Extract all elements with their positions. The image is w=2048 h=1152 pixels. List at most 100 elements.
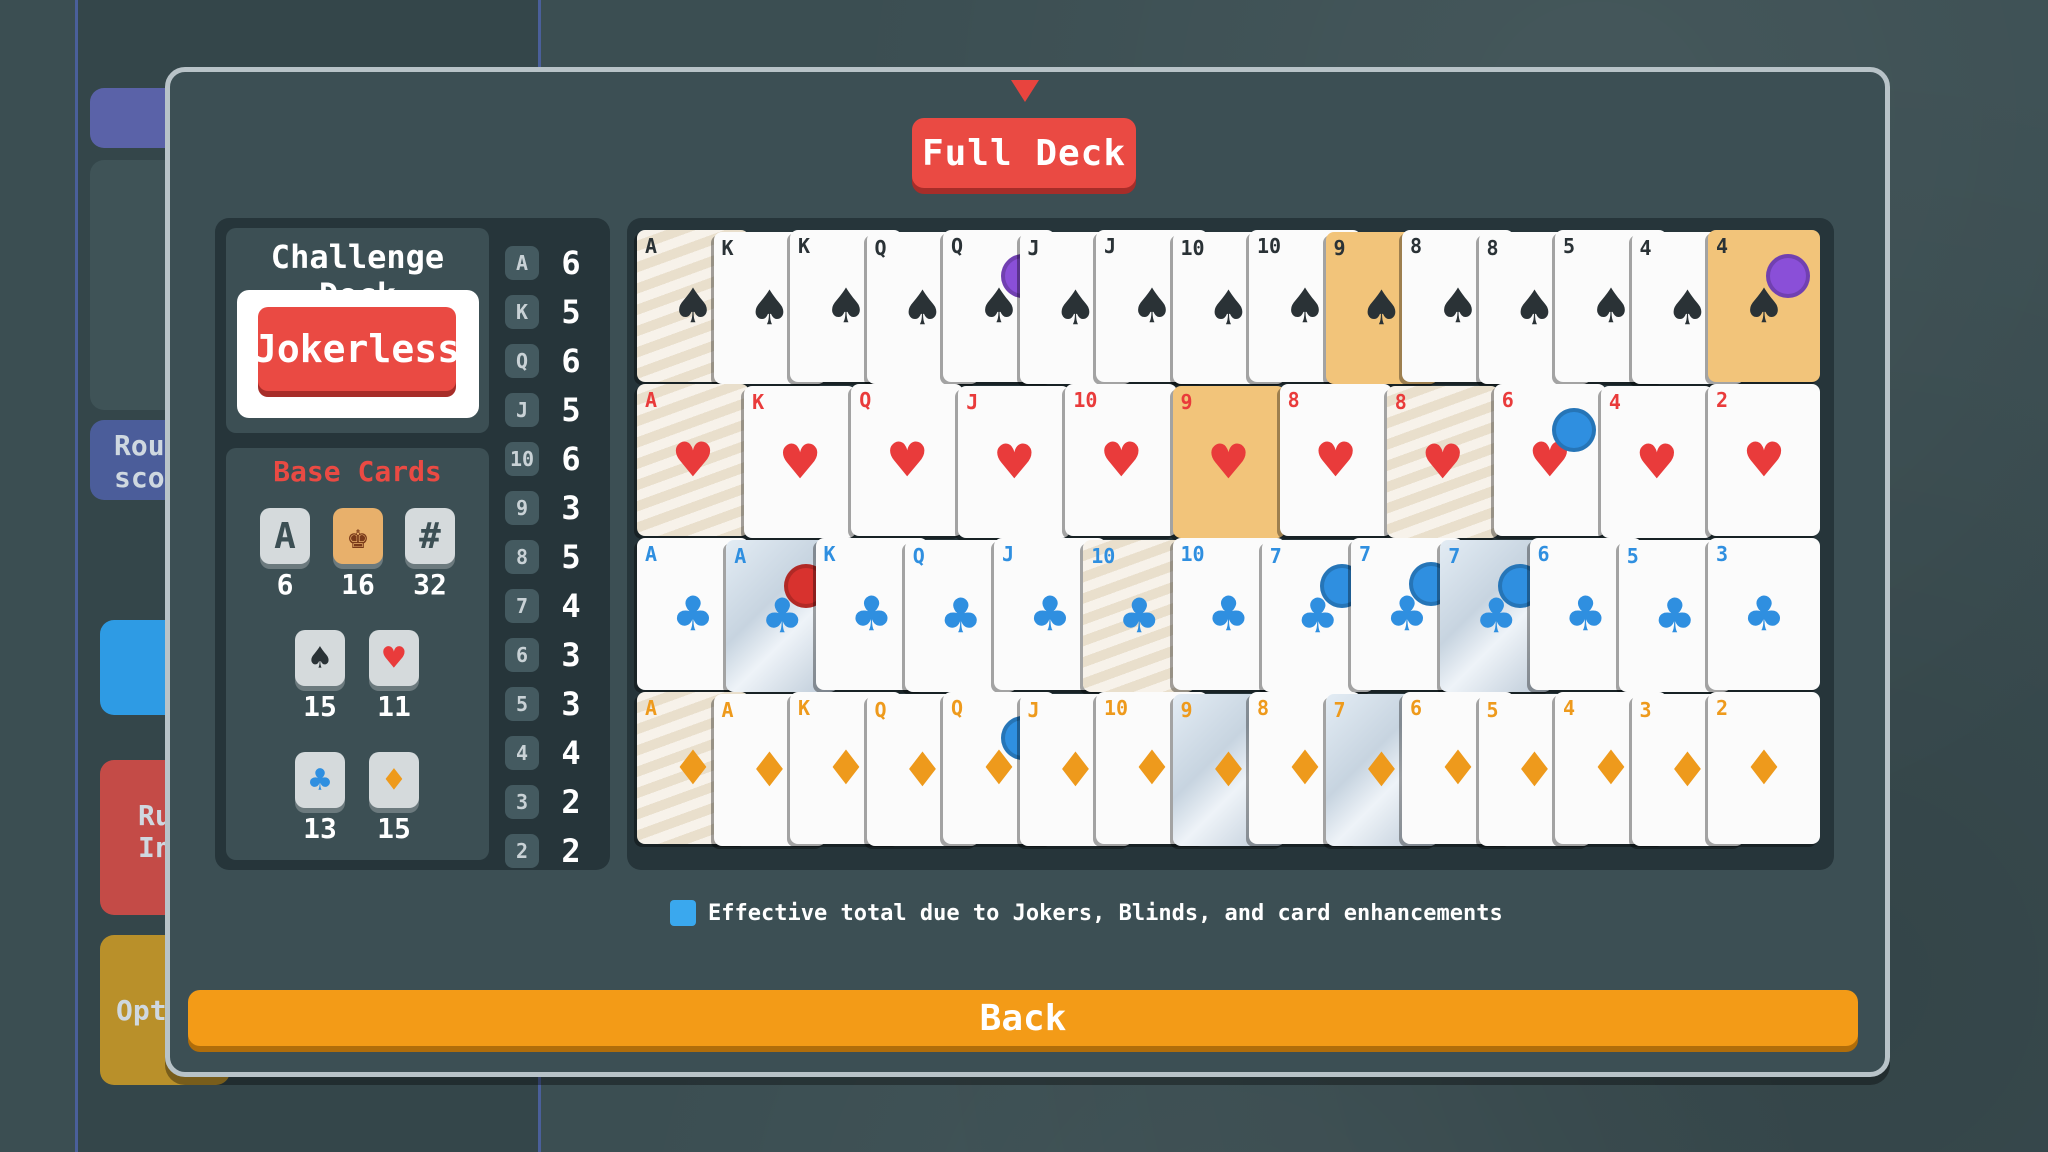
card-rank: A xyxy=(734,544,747,568)
card-rank: 10 xyxy=(1180,542,1205,566)
legend-text: Effective total due to Jokers, Blinds, a… xyxy=(708,900,1503,926)
card-rank: 7 xyxy=(1269,544,1282,568)
rank-badge: 4 xyxy=(505,736,539,770)
card-rank: 5 xyxy=(1626,544,1639,568)
number-cards-count: 32 xyxy=(413,568,447,601)
card-rank: 6 xyxy=(1501,388,1514,412)
playing-card[interactable]: 4 ♠ xyxy=(1708,230,1820,382)
rank-count: 4 xyxy=(561,734,581,772)
card-rank: Q xyxy=(951,696,964,720)
playing-card[interactable]: 10 ♥ xyxy=(1065,384,1178,536)
card-rank: J xyxy=(1027,236,1040,260)
card-rank: 8 xyxy=(1486,236,1499,260)
rank-count: 4 xyxy=(561,587,581,625)
card-rank: 10 xyxy=(1257,234,1282,258)
rank-count: 2 xyxy=(561,832,581,870)
playing-card[interactable]: 4 ♥ xyxy=(1600,386,1713,538)
rank-badge: 7 xyxy=(505,589,539,623)
card-rank: 8 xyxy=(1394,390,1407,414)
rank-count: 5 xyxy=(561,391,581,429)
card-rank: 7 xyxy=(1359,542,1372,566)
card-rank: K xyxy=(721,236,734,260)
card-rank: A xyxy=(721,698,734,722)
card-rank: 9 xyxy=(1180,390,1193,414)
legend-swatch xyxy=(670,900,696,926)
heart-icon: ♥ xyxy=(1639,428,1675,496)
card-rank: 2 xyxy=(1716,388,1729,412)
heart-icon: ♥ xyxy=(1211,428,1246,496)
card-rank: 8 xyxy=(1257,696,1270,720)
card-rank: Q xyxy=(874,698,887,722)
deck-name-badge: Jokerless xyxy=(254,307,460,391)
clubs-count: 13 xyxy=(303,812,337,845)
playing-card[interactable]: 8 ♥ xyxy=(1386,386,1499,538)
card-rank: 10 xyxy=(1180,236,1205,260)
playing-card[interactable]: J ♥ xyxy=(958,386,1071,538)
card-rank: A xyxy=(645,696,658,720)
club-icon: ♣ xyxy=(1746,580,1782,648)
heart-icon: ♥ xyxy=(996,428,1032,496)
heart-icon: ♥ xyxy=(675,426,711,494)
card-grid-panel: A ♠ K ♠ K ♠ Q ♠ Q ♠ J ♠ J ♠ 10 ♠ 10 ♠ 9 ♠ 8 ♠ 8 ♠ 5 ♠ 4 ♠ 4 ♠ A ♥ K ♥ Q ♥ J ♥… xyxy=(627,218,1834,870)
card-rank: 10 xyxy=(1104,696,1129,720)
card-rank: 8 xyxy=(1287,388,1300,412)
playing-card[interactable]: 6 ♥ xyxy=(1493,384,1606,536)
card-rank: Q xyxy=(912,544,925,568)
card-rank: 7 xyxy=(1333,698,1346,722)
rank-badge: 6 xyxy=(505,638,539,672)
playing-card[interactable]: 9 ♥ xyxy=(1172,386,1285,538)
rank-badge: J xyxy=(505,393,539,427)
playing-card[interactable]: A ♥ xyxy=(637,384,749,536)
rank-badge: 2 xyxy=(505,834,539,868)
card-rank: J xyxy=(1002,542,1015,566)
tab-selected-arrow-icon xyxy=(1011,80,1039,102)
card-rank: A xyxy=(645,388,658,412)
rank-count: 5 xyxy=(561,538,581,576)
club-icon: ♣ xyxy=(295,752,345,808)
diamond-icon: ♦ xyxy=(369,752,419,808)
playing-card[interactable]: 3 ♣ xyxy=(1708,538,1820,690)
rank-badge: 3 xyxy=(505,785,539,819)
card-rank: J xyxy=(1104,234,1117,258)
card-rank: Q xyxy=(874,236,887,260)
playing-card[interactable]: 8 ♥ xyxy=(1279,384,1392,536)
card-rank: 9 xyxy=(1333,236,1346,260)
playing-card[interactable]: 2 ♦ xyxy=(1708,692,1820,844)
playing-card[interactable]: K ♥ xyxy=(744,386,857,538)
spade-icon: ♠ xyxy=(295,630,345,686)
card-rank: K xyxy=(798,234,811,258)
card-rank: J xyxy=(966,390,979,414)
ace-icon: A xyxy=(260,508,310,564)
card-rank: 4 xyxy=(1639,236,1652,260)
card-rank: 8 xyxy=(1410,234,1423,258)
diamond-icon: ♦ xyxy=(1746,734,1782,802)
card-rank: K xyxy=(752,390,765,414)
rank-count: 3 xyxy=(561,685,581,723)
heart-icon: ♥ xyxy=(782,428,818,496)
card-rank: A xyxy=(645,234,658,258)
back-button[interactable]: Back xyxy=(188,990,1858,1046)
rank-count: 6 xyxy=(561,244,581,282)
blue-seal-icon xyxy=(1551,408,1596,452)
card-rank: 5 xyxy=(1563,234,1576,258)
face-cards-count: 16 xyxy=(341,568,375,601)
playing-card[interactable]: Q ♥ xyxy=(851,384,964,536)
card-rank: Q xyxy=(859,388,872,412)
base-cards-title: Base Cards xyxy=(273,455,442,488)
playing-card[interactable]: 2 ♥ xyxy=(1708,384,1820,536)
card-rank: 6 xyxy=(1537,542,1550,566)
heart-icon: ♥ xyxy=(1318,426,1354,494)
card-rank: J xyxy=(1027,698,1040,722)
card-rank: 5 xyxy=(1486,698,1499,722)
heart-icon: ♥ xyxy=(1746,426,1782,494)
round-score-label: Rou sco xyxy=(114,429,165,494)
rank-count-list: A 6 K 5 Q 6 J 5 10 6 9 3 8 5 7 4 6 3 5 3 4 4 3 2 2 2 xyxy=(499,228,599,870)
rank-badge: K xyxy=(505,295,539,329)
purple-seal-icon xyxy=(1766,254,1810,298)
rank-count: 6 xyxy=(561,342,581,380)
diamonds-count: 15 xyxy=(377,812,411,845)
rank-badge: 10 xyxy=(505,442,539,476)
card-rank: 10 xyxy=(1073,388,1098,412)
rank-badge: 8 xyxy=(505,540,539,574)
tab-full-deck[interactable]: Full Deck xyxy=(912,118,1136,188)
